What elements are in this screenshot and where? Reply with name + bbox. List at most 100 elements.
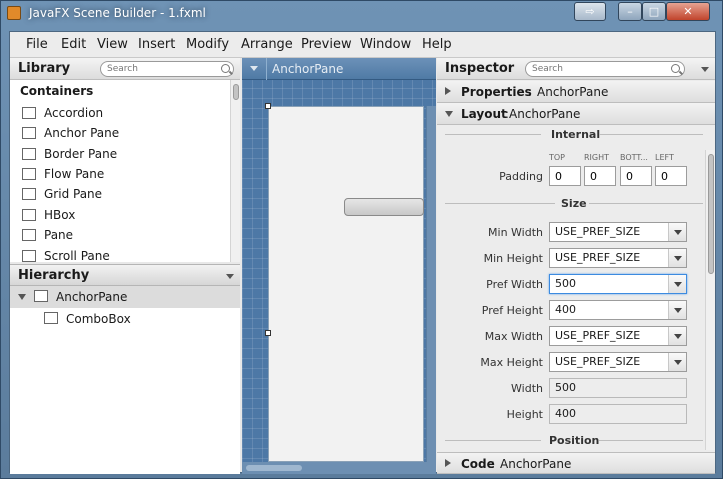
menu-insert[interactable]: Insert [138, 37, 175, 52]
canvas-header-divider [266, 58, 267, 80]
library-item-pane[interactable]: Pane [44, 228, 73, 242]
padding-right-input[interactable] [584, 166, 616, 186]
padding-left-label: LEFT [655, 153, 674, 162]
layout-section-header[interactable]: Layout : AnchorPane [437, 103, 715, 125]
code-section-header[interactable]: Code : AnchorPane [437, 452, 715, 474]
library-search-icon [221, 64, 230, 73]
library-title: Library [18, 61, 71, 76]
combobox-node-icon [44, 312, 58, 324]
internal-heading: Internal [551, 128, 601, 141]
max-width-value: USE_PREF_SIZE [555, 329, 641, 342]
app-window: JavaFX Scene Builder - 1.fxml ⇨ – □ ✕ Fi… [0, 0, 723, 479]
size-rule-left [445, 203, 555, 204]
chevron-down-icon[interactable] [668, 327, 686, 345]
anchor-pane-node-icon [34, 290, 48, 302]
inspector-panel: Inspector Properties : AnchorPane Layout… [437, 58, 715, 474]
hierarchy-menu-chevron-icon[interactable] [226, 274, 234, 279]
canvas-scroll-thumb[interactable] [246, 465, 302, 471]
close-button[interactable]: ✕ [666, 2, 710, 21]
chevron-down-icon[interactable] [668, 223, 686, 241]
anchor-pane-surface[interactable] [268, 106, 424, 462]
min-height-label: Min Height [483, 252, 543, 265]
hierarchy-node-label: AnchorPane [56, 290, 128, 304]
inspector-scrollbar[interactable] [705, 150, 715, 450]
menu-preview[interactable]: Preview [301, 37, 352, 52]
library-item-grid-pane[interactable]: Grid Pane [44, 187, 102, 201]
combobox-preview[interactable] [344, 198, 424, 216]
library-header: Library [10, 58, 240, 80]
title-bar[interactable]: JavaFX Scene Builder - 1.fxml ⇨ – □ ✕ [1, 1, 722, 27]
canvas-header: AnchorPane [242, 58, 436, 80]
accordion-icon [22, 107, 36, 119]
pref-width-dropdown[interactable]: 500 [549, 274, 687, 294]
min-height-dropdown[interactable]: USE_PREF_SIZE [549, 248, 687, 268]
properties-section-header[interactable]: Properties : AnchorPane [437, 81, 715, 103]
canvas-vertical-scrollbar[interactable] [426, 106, 436, 462]
chevron-down-icon[interactable] [668, 301, 686, 319]
pref-width-value[interactable]: 500 [555, 277, 576, 290]
minimize-button[interactable]: – [618, 2, 642, 21]
scroll-pane-icon [22, 250, 36, 262]
expand-arrow-icon[interactable] [18, 294, 26, 300]
library-list: Containers Accordion Anchor Pane Border … [10, 80, 240, 263]
size-heading: Size [561, 197, 587, 210]
anchor-pane-icon [22, 127, 36, 139]
resize-handle-top-left[interactable] [265, 103, 271, 109]
inspector-menu-chevron-icon[interactable] [701, 67, 709, 72]
min-height-value: USE_PREF_SIZE [555, 251, 641, 264]
code-separator: : [487, 457, 499, 471]
menu-window[interactable]: Window [360, 37, 411, 52]
canvas-menu-chevron-icon[interactable] [250, 66, 258, 71]
inspector-search-icon [671, 64, 680, 73]
chevron-down-icon[interactable] [668, 249, 686, 267]
library-search-input[interactable] [100, 61, 234, 77]
pref-height-dropdown[interactable]: 400 [549, 300, 687, 320]
chevron-down-icon[interactable] [668, 275, 686, 293]
library-item-anchor-pane[interactable]: Anchor Pane [44, 126, 119, 140]
properties-separator: : [524, 85, 536, 99]
inspector-scroll-thumb[interactable] [708, 154, 714, 274]
collapsed-arrow-icon [445, 87, 451, 95]
properties-label: Properties [461, 85, 532, 99]
min-width-dropdown[interactable]: USE_PREF_SIZE [549, 222, 687, 242]
hierarchy-tree: AnchorPane ComboBox [10, 286, 240, 474]
hierarchy-row-anchorpane[interactable]: AnchorPane [10, 286, 240, 308]
max-width-dropdown[interactable]: USE_PREF_SIZE [549, 326, 687, 346]
grid-pane-icon [22, 188, 36, 200]
resize-handle-left[interactable] [265, 330, 271, 336]
max-height-dropdown[interactable]: USE_PREF_SIZE [549, 352, 687, 372]
library-scroll-thumb[interactable] [233, 84, 239, 100]
padding-left-input[interactable] [655, 166, 687, 186]
chevron-down-icon[interactable] [668, 353, 686, 371]
inspector-search-input[interactable] [525, 61, 685, 77]
menu-edit[interactable]: Edit [61, 37, 86, 52]
menu-modify[interactable]: Modify [186, 37, 229, 52]
menu-view[interactable]: View [97, 37, 128, 52]
width-label: Width [511, 382, 543, 395]
canvas-horizontal-scrollbar[interactable] [242, 462, 436, 474]
inspector-title: Inspector [445, 61, 515, 76]
menu-file[interactable]: File [26, 37, 48, 52]
library-item-accordion[interactable]: Accordion [44, 106, 103, 120]
library-scrollbar[interactable] [230, 80, 240, 262]
library-item-hbox[interactable]: HBox [44, 208, 75, 222]
min-width-value: USE_PREF_SIZE [555, 225, 641, 238]
padding-bottom-input[interactable] [620, 166, 652, 186]
padding-label: Padding [499, 170, 543, 183]
library-item-border-pane[interactable]: Border Pane [44, 147, 117, 161]
maximize-button[interactable]: □ [642, 2, 666, 21]
padding-top-input[interactable] [549, 166, 581, 186]
height-readonly-field: 400 [549, 404, 687, 424]
design-canvas[interactable]: AnchorPane [242, 58, 436, 474]
height-label: Height [506, 408, 543, 421]
library-item-flow-pane[interactable]: Flow Pane [44, 167, 104, 181]
border-pane-icon [22, 148, 36, 160]
app-icon [7, 6, 21, 20]
menu-help[interactable]: Help [422, 37, 452, 52]
menu-arrange[interactable]: Arrange [241, 37, 293, 52]
library-category-containers[interactable]: Containers [20, 84, 93, 98]
padding-right-label: RIGHT [584, 153, 610, 162]
extra-window-button[interactable]: ⇨ [574, 2, 606, 21]
library-item-scroll-pane[interactable]: Scroll Pane [44, 249, 110, 263]
hierarchy-row-combobox[interactable]: ComboBox [10, 308, 240, 330]
